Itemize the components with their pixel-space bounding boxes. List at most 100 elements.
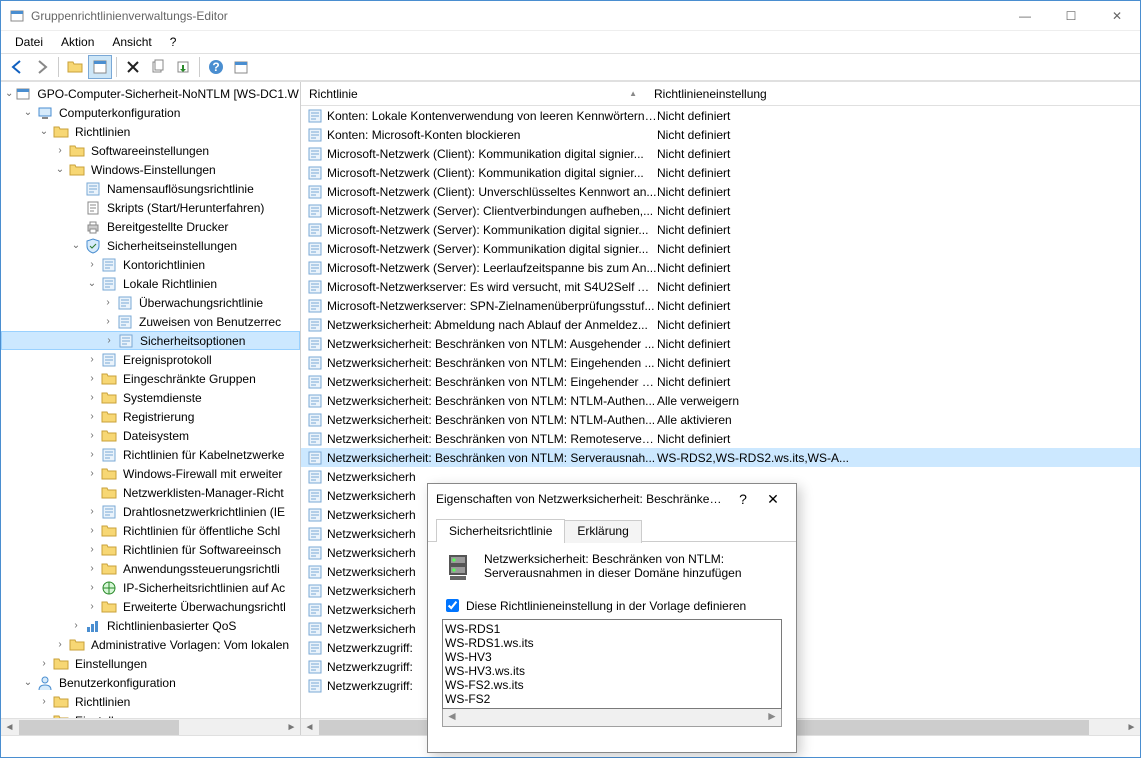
tree-item[interactable]: ›Ereignisprotokoll — [1, 350, 300, 369]
policy-row[interactable]: Microsoft-Netzwerk (Client): Unverschlüs… — [301, 182, 1140, 201]
tree-item[interactable]: ›Eingeschränkte Gruppen — [1, 369, 300, 388]
tree-item[interactable]: ›Zuweisen von Benutzerrec — [1, 312, 300, 331]
menu-aktion[interactable]: Aktion — [53, 33, 102, 51]
expand-toggle-icon[interactable]: › — [85, 258, 99, 272]
expand-toggle-icon[interactable]: › — [85, 353, 99, 367]
policy-row[interactable]: Microsoft-Netzwerk (Server): Kommunikati… — [301, 220, 1140, 239]
tree-item[interactable]: ›Einstellungen — [1, 654, 300, 673]
policy-row[interactable]: Netzwerksicherheit: Beschränken von NTLM… — [301, 334, 1140, 353]
tree-item[interactable]: ›Richtlinien für Kabelnetzwerke — [1, 445, 300, 464]
scroll-left-button[interactable]: ◄ — [1, 719, 18, 735]
policy-row[interactable]: Netzwerksicherheit: Beschränken von NTLM… — [301, 410, 1140, 429]
dialog-help-button[interactable]: ? — [728, 491, 758, 507]
policy-row[interactable]: Microsoft-Netzwerkserver: Es wird versuc… — [301, 277, 1140, 296]
expand-toggle-icon[interactable]: › — [69, 619, 83, 633]
policy-row[interactable]: Microsoft-Netzwerk (Server): Kommunikati… — [301, 239, 1140, 258]
policy-row[interactable]: Netzwerksicherheit: Beschränken von NTLM… — [301, 372, 1140, 391]
tree-view[interactable]: ⌄GPO-Computer-Sicherheit-NoNTLM [WS-DC1.… — [1, 82, 300, 718]
tree-item[interactable]: ›IP-Sicherheitsrichtlinien auf Ac — [1, 578, 300, 597]
tree-item[interactable]: ›Kontorichtlinien — [1, 255, 300, 274]
expand-toggle-icon[interactable]: › — [101, 315, 115, 329]
tree-item[interactable]: ⌄Sicherheitseinstellungen — [1, 236, 300, 255]
policy-row[interactable]: Microsoft-Netzwerk (Server): Clientverbi… — [301, 201, 1140, 220]
server-exceptions-textarea[interactable] — [442, 619, 782, 709]
up-button[interactable] — [63, 55, 87, 79]
expand-toggle-icon[interactable]: › — [85, 600, 99, 614]
tree-horizontal-scrollbar[interactable]: ◄ ► — [1, 718, 300, 735]
help-button[interactable] — [204, 55, 228, 79]
menu-datei[interactable]: Datei — [7, 33, 51, 51]
expand-toggle-icon[interactable]: › — [37, 695, 51, 709]
maximize-button[interactable]: ☐ — [1048, 1, 1094, 31]
expand-toggle-icon[interactable]: › — [85, 543, 99, 557]
dialog-titlebar[interactable]: Eigenschaften von Netzwerksicherheit: Be… — [428, 484, 796, 514]
collapse-toggle-icon[interactable]: ⌄ — [21, 676, 35, 690]
tree-item[interactable]: ›Softwareeinstellungen — [1, 141, 300, 160]
show-tree-button[interactable] — [88, 55, 112, 79]
expand-toggle-icon[interactable]: › — [101, 296, 115, 310]
expand-toggle-icon[interactable]: › — [85, 581, 99, 595]
tree-item[interactable]: ›Sicherheitsoptionen — [1, 331, 300, 350]
nav-back-button[interactable] — [5, 55, 29, 79]
column-richtlinie[interactable]: Richtlinie▲ — [301, 87, 646, 101]
tree-item[interactable]: ›Richtlinienbasierter QoS — [1, 616, 300, 635]
collapse-toggle-icon[interactable]: ⌄ — [69, 239, 83, 253]
policy-row[interactable]: Netzwerksicherheit: Beschränken von NTLM… — [301, 448, 1140, 467]
close-button[interactable]: ✕ — [1094, 1, 1140, 31]
tree-item[interactable]: ›Windows-Firewall mit erweiter — [1, 464, 300, 483]
tree-item[interactable]: ›Anwendungssteuerungsrichtli — [1, 559, 300, 578]
export-button[interactable] — [171, 55, 195, 79]
expand-toggle-icon[interactable]: › — [102, 334, 116, 348]
textarea-horizontal-scrollbar[interactable]: ◄ ► — [442, 709, 782, 727]
policy-row[interactable]: Microsoft-Netzwerk (Server): Leerlaufzei… — [301, 258, 1140, 277]
extra-button[interactable] — [229, 55, 253, 79]
column-headers[interactable]: Richtlinie▲ Richtlinieneinstellung — [301, 82, 1140, 106]
policy-row[interactable]: Microsoft-Netzwerkserver: SPN-Zielnamenü… — [301, 296, 1140, 315]
tree-item[interactable]: ›Administrative Vorlagen: Vom lokalen — [1, 635, 300, 654]
expand-toggle-icon[interactable]: › — [85, 372, 99, 386]
tree-item[interactable]: ⌄Lokale Richtlinien — [1, 274, 300, 293]
tree-item[interactable]: ⌄Computerkonfiguration — [1, 103, 300, 122]
scroll-left-button[interactable]: ◄ — [301, 719, 318, 735]
expand-toggle-icon[interactable]: › — [85, 467, 99, 481]
expand-toggle-icon[interactable]: › — [85, 410, 99, 424]
expand-toggle-icon[interactable]: › — [85, 391, 99, 405]
collapse-toggle-icon[interactable]: ⌄ — [21, 106, 35, 120]
menu-help[interactable]: ? — [162, 33, 185, 51]
policy-row[interactable]: Netzwerksicherheit: Abmeldung nach Ablau… — [301, 315, 1140, 334]
policy-row[interactable]: Microsoft-Netzwerk (Client): Kommunikati… — [301, 144, 1140, 163]
tree-item[interactable]: ›Richtlinien für öffentliche Schl — [1, 521, 300, 540]
policy-row[interactable]: Microsoft-Netzwerk (Client): Kommunikati… — [301, 163, 1140, 182]
expand-toggle-icon[interactable]: › — [53, 144, 67, 158]
tree-item[interactable]: ›Systemdienste — [1, 388, 300, 407]
dialog-close-button[interactable]: ✕ — [758, 491, 788, 508]
collapse-toggle-icon[interactable]: ⌄ — [37, 125, 51, 139]
tree-item[interactable]: Bereitgestellte Drucker — [1, 217, 300, 236]
tab-sicherheitsrichtlinie[interactable]: Sicherheitsrichtlinie — [436, 519, 565, 542]
tree-item[interactable]: ›Überwachungsrichtlinie — [1, 293, 300, 312]
nav-forward-button[interactable] — [30, 55, 54, 79]
policy-row[interactable]: Konten: Lokale Kontenverwendung von leer… — [301, 106, 1140, 125]
policy-row[interactable]: Konten: Microsoft-Konten blockierenNicht… — [301, 125, 1140, 144]
tree-item[interactable]: ⌄Windows-Einstellungen — [1, 160, 300, 179]
tree-item[interactable]: Namensauflösungsrichtlinie — [1, 179, 300, 198]
scroll-left-button[interactable]: ◄ — [443, 709, 461, 726]
expand-toggle-icon[interactable]: › — [85, 505, 99, 519]
collapse-toggle-icon[interactable]: ⌄ — [85, 277, 99, 291]
tree-item[interactable]: Skripts (Start/Herunterfahren) — [1, 198, 300, 217]
minimize-button[interactable]: — — [1002, 1, 1048, 31]
scroll-right-button[interactable]: ► — [283, 719, 300, 735]
define-in-template-checkbox[interactable] — [446, 599, 459, 612]
tree-item[interactable]: ⌄Richtlinien — [1, 122, 300, 141]
scroll-right-button[interactable]: ► — [763, 709, 781, 726]
tree-item[interactable]: ›Richtlinien — [1, 692, 300, 711]
expand-toggle-icon[interactable]: › — [85, 429, 99, 443]
column-richtlinieneinstellung[interactable]: Richtlinieneinstellung — [646, 87, 776, 101]
collapse-toggle-icon[interactable]: ⌄ — [53, 163, 67, 177]
policy-row[interactable]: Netzwerksicherheit: Beschränken von NTLM… — [301, 353, 1140, 372]
expand-toggle-icon[interactable]: › — [37, 657, 51, 671]
scroll-right-button[interactable]: ► — [1123, 719, 1140, 735]
tree-item[interactable]: ›Drahtlosnetzwerkrichtlinien (IE — [1, 502, 300, 521]
tree-item[interactable]: ›Erweiterte Überwachungsrichtl — [1, 597, 300, 616]
expand-toggle-icon[interactable]: › — [85, 448, 99, 462]
